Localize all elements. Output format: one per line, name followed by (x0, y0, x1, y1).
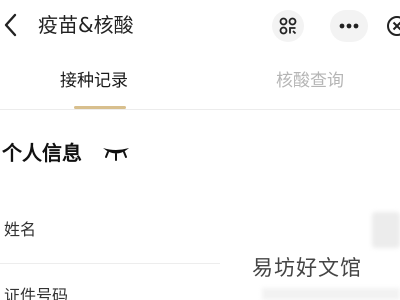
title-bar: 疫苗&核酸 (0, 0, 400, 52)
scan-icon (279, 17, 297, 35)
close-circle-icon (387, 16, 400, 36)
more-dots-icon (339, 23, 359, 29)
page-title: 疫苗&核酸 (38, 13, 134, 37)
id-value-masked (262, 288, 400, 300)
tab-nucleic-acid-query[interactable]: 核酸查询 (276, 68, 344, 94)
more-button[interactable] (330, 10, 368, 42)
chevron-left-icon[interactable] (2, 12, 22, 38)
divider (0, 263, 220, 264)
eye-closed-icon[interactable] (100, 144, 132, 162)
name-label: 姓名 (4, 220, 37, 239)
watermark: 易坊好文馆 (252, 256, 362, 280)
tab-bar: 接种记录 核酸查询 (0, 52, 400, 110)
name-value-masked (372, 212, 400, 248)
tab-vaccination-records[interactable]: 接种记录 (60, 68, 128, 94)
close-button[interactable] (380, 10, 400, 42)
scan-button[interactable] (272, 10, 304, 42)
id-number-label: 证件号码 (4, 286, 69, 300)
section-title: 个人信息 (2, 141, 82, 165)
divider (0, 109, 400, 110)
